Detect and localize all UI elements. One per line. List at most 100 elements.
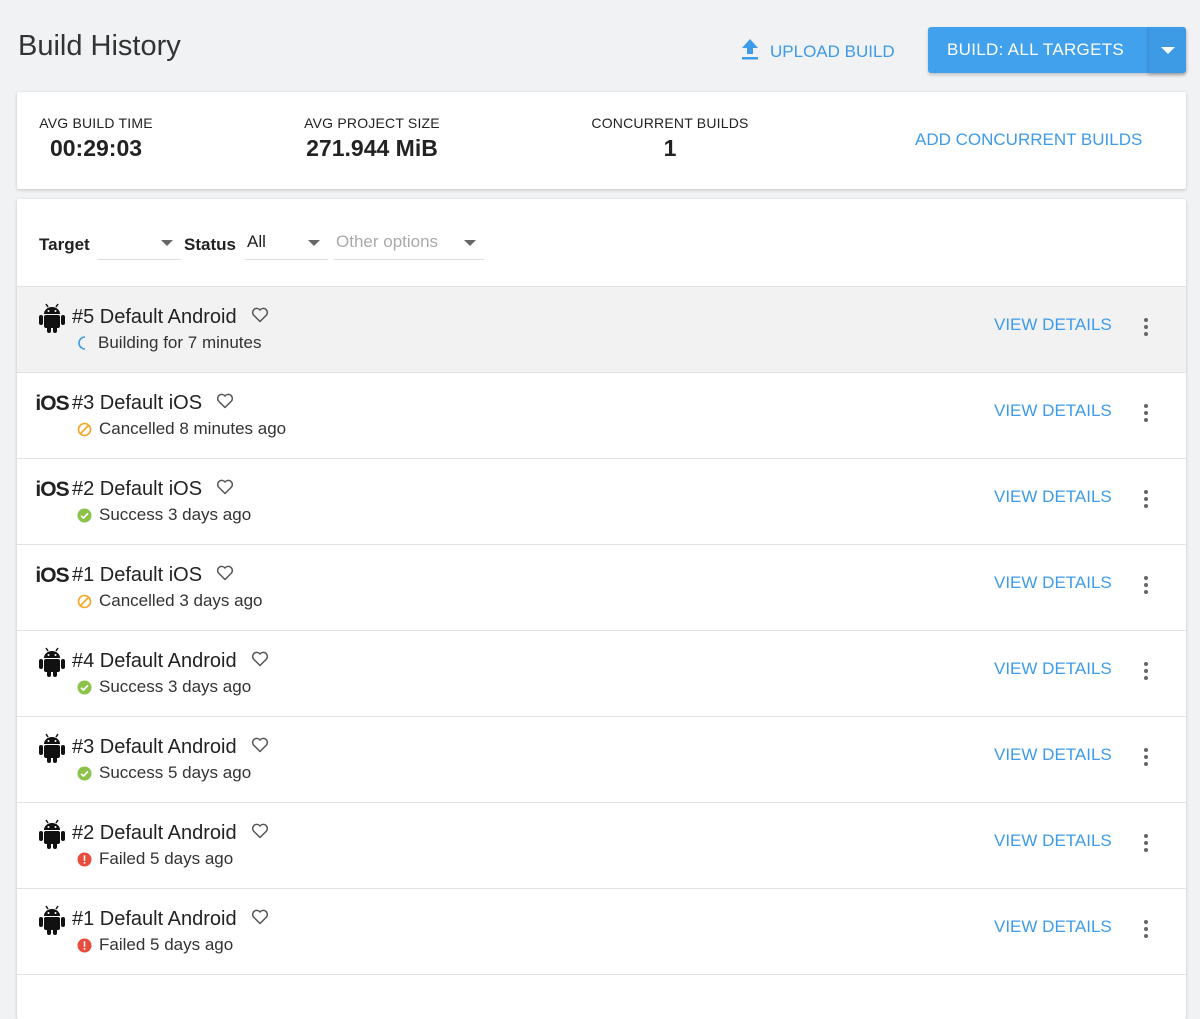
build-split-button: BUILD: ALL TARGETS [928, 27, 1186, 73]
view-details-button[interactable]: VIEW DETAILS [994, 487, 1112, 507]
build-status: Cancelled 3 days ago [77, 591, 263, 611]
more-options-icon[interactable] [1141, 917, 1151, 941]
concurrent-builds-value: 1 [663, 135, 677, 161]
build-status: Success 5 days ago [77, 763, 251, 783]
status-filter-label: Status [184, 235, 236, 254]
build-status: Building for 7 minutes [77, 333, 261, 353]
ios-icon: iOS [35, 475, 69, 505]
check-circle-icon [77, 508, 92, 523]
build-title-text: #1 Default iOS [72, 564, 203, 586]
target-select[interactable] [98, 227, 181, 260]
heart-icon[interactable] [251, 736, 269, 759]
spinner-icon [77, 336, 91, 350]
build-row: #5 Default Android Building for 7 minute… [17, 287, 1186, 373]
build-status-text: Cancelled 3 days ago [99, 591, 263, 610]
build-title-text: #1 Default Android [72, 908, 237, 930]
build-status-text: Building for 7 minutes [98, 333, 262, 352]
build-options-dropdown[interactable] [1148, 27, 1186, 73]
view-details-button[interactable]: VIEW DETAILS [994, 831, 1112, 851]
view-details-button[interactable]: VIEW DETAILS [994, 573, 1112, 593]
build-all-targets-button[interactable]: BUILD: ALL TARGETS [928, 27, 1148, 73]
build-status: Cancelled 8 minutes ago [77, 419, 286, 439]
more-options-icon[interactable] [1141, 487, 1151, 511]
heart-icon[interactable] [216, 392, 234, 415]
avg-project-size-value: 271.944 MiB [306, 135, 438, 161]
more-options-icon[interactable] [1141, 831, 1151, 855]
build-row: iOS #2 Default iOS Success 3 days ago VIE… [17, 459, 1186, 545]
error-icon [77, 938, 92, 953]
heart-icon[interactable] [251, 306, 269, 329]
android-icon [37, 905, 67, 935]
build-status-text: Failed 5 days ago [99, 849, 234, 868]
build-status: Failed 5 days ago [77, 849, 233, 869]
build-row: iOS #1 Default iOS Cancelled 3 days ago V… [17, 545, 1186, 631]
cancelled-icon [77, 594, 92, 609]
build-row: #3 Default Android Success 5 days ago VI… [17, 717, 1186, 803]
avg-build-time-value: 00:29:03 [49, 135, 143, 161]
build-list: #5 Default Android Building for 7 minute… [17, 287, 1186, 975]
build-title: #3 Default Android [72, 736, 269, 759]
heart-icon[interactable] [216, 564, 234, 587]
target-filter-label: Target [39, 235, 90, 254]
filter-bar: Target Status All Other options [17, 199, 1186, 287]
build-status-text: Success 5 days ago [99, 763, 252, 782]
chevron-down-icon [308, 240, 320, 246]
build-title: #4 Default Android [72, 650, 269, 673]
build-status: Success 3 days ago [77, 505, 251, 525]
android-icon [37, 819, 67, 849]
heart-icon[interactable] [251, 908, 269, 931]
build-title-text: #2 Default iOS [72, 478, 203, 500]
build-title: #5 Default Android [72, 306, 269, 329]
check-circle-icon [77, 766, 92, 781]
build-status: Success 3 days ago [77, 677, 251, 697]
heart-icon[interactable] [216, 478, 234, 501]
upload-build-label: UPLOAD BUILD [770, 41, 895, 61]
build-title-text: #3 Default iOS [72, 392, 203, 414]
build-title-text: #2 Default Android [72, 822, 237, 844]
build-title: #1 Default Android [72, 908, 269, 931]
avg-project-size-label: AVG PROJECT SIZE [304, 115, 440, 131]
build-row: iOS #3 Default iOS Cancelled 8 minutes ag… [17, 373, 1186, 459]
ios-icon: iOS [35, 561, 69, 591]
build-title: #3 Default iOS [72, 392, 234, 415]
avg-build-time: AVG BUILD TIME 00:29:03 [37, 115, 155, 162]
check-circle-icon [77, 680, 92, 695]
view-details-button[interactable]: VIEW DETAILS [994, 745, 1112, 765]
chevron-down-icon [464, 240, 476, 246]
cancelled-icon [77, 422, 92, 437]
build-title: #1 Default iOS [72, 564, 234, 587]
more-options-icon[interactable] [1141, 745, 1151, 769]
build-list-card: Target Status All Other options #5 Defau… [17, 199, 1186, 1019]
ios-label: iOS [35, 392, 69, 415]
build-title-text: #5 Default Android [72, 306, 237, 328]
status-select[interactable]: All [245, 227, 328, 260]
view-details-button[interactable]: VIEW DETAILS [994, 401, 1112, 421]
add-concurrent-builds-button[interactable]: ADD CONCURRENT BUILDS [915, 130, 1142, 150]
more-options-icon[interactable] [1141, 659, 1151, 683]
build-row: #2 Default Android Failed 5 days ago VIE… [17, 803, 1186, 889]
concurrent-builds-label: CONCURRENT BUILDS [591, 115, 749, 131]
build-row: #4 Default Android Success 3 days ago VI… [17, 631, 1186, 717]
other-options-select[interactable]: Other options [334, 227, 484, 260]
other-options-placeholder: Other options [336, 232, 439, 251]
concurrent-builds: CONCURRENT BUILDS 1 [577, 115, 763, 162]
view-details-button[interactable]: VIEW DETAILS [994, 315, 1112, 335]
more-options-icon[interactable] [1141, 401, 1151, 425]
more-options-icon[interactable] [1141, 315, 1151, 339]
more-options-icon[interactable] [1141, 573, 1151, 597]
avg-project-size: AVG PROJECT SIZE 271.944 MiB [287, 115, 457, 162]
android-icon [37, 303, 67, 333]
view-details-button[interactable]: VIEW DETAILS [994, 917, 1112, 937]
ios-icon: iOS [35, 389, 69, 419]
android-icon [37, 647, 67, 677]
build-title: #2 Default Android [72, 822, 269, 845]
chevron-down-icon [161, 240, 173, 246]
heart-icon[interactable] [251, 822, 269, 845]
caret-down-icon [1160, 46, 1175, 54]
view-details-button[interactable]: VIEW DETAILS [994, 659, 1112, 679]
upload-build-button[interactable]: UPLOAD BUILD [740, 38, 895, 65]
heart-icon[interactable] [251, 650, 269, 673]
status-select-value: All [247, 232, 266, 251]
upload-icon [740, 38, 760, 65]
build-title-text: #3 Default Android [72, 736, 237, 758]
